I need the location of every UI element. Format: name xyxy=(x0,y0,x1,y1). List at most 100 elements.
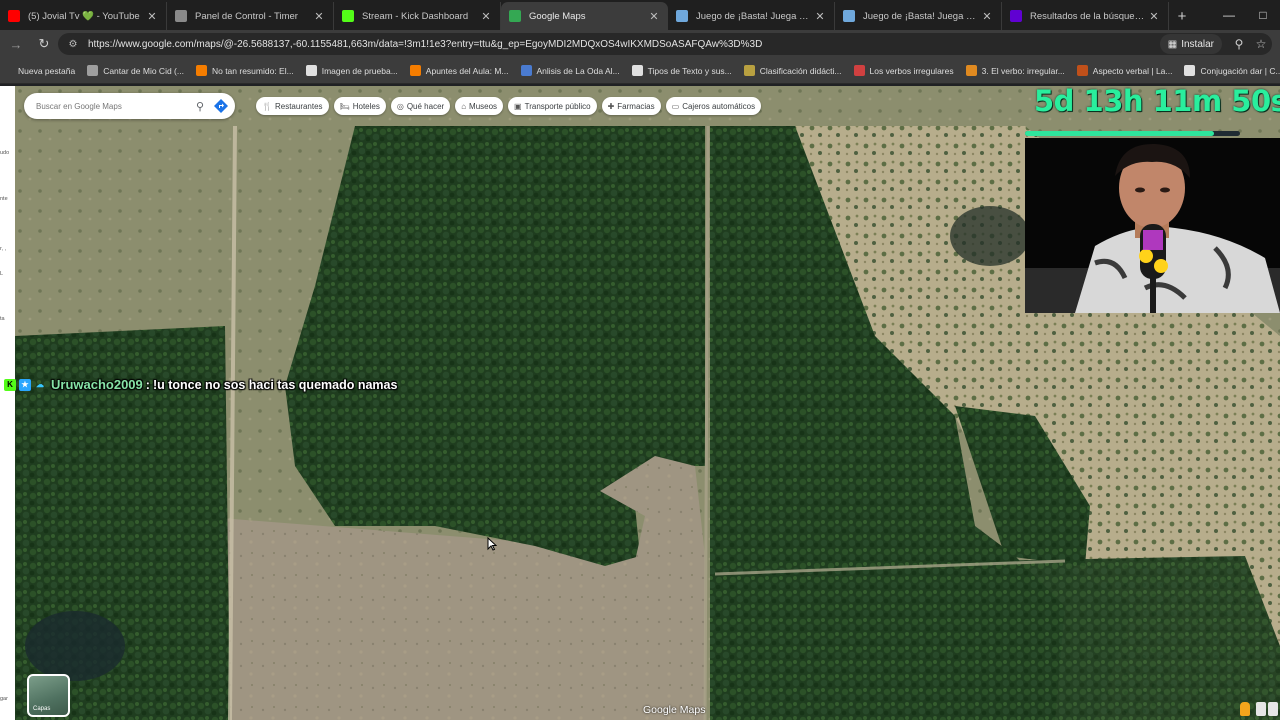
bookmark-label: Conjugación dar | C... xyxy=(1200,65,1280,76)
timer-progress-fill xyxy=(1025,131,1215,136)
category-chip[interactable]: ▭ Cajeros automáticos xyxy=(665,97,762,115)
bookmark-item[interactable]: Los verbos irregulares xyxy=(853,65,954,76)
bookmark-item[interactable]: Cantar de Mio Cid (... xyxy=(87,65,184,76)
t-icon xyxy=(631,65,643,76)
chip-label: Hoteles xyxy=(352,101,380,111)
bookmark-label: 3. El verbo: irregular... xyxy=(981,65,1065,76)
streamer-webcam-image xyxy=(1025,138,1280,313)
directions-icon[interactable] xyxy=(213,98,229,114)
bus-icon: ▣ xyxy=(514,101,522,111)
category-chip[interactable]: ▣ Transporte público xyxy=(508,97,597,115)
bookmark-item[interactable]: Nueva pestaña xyxy=(18,66,75,76)
install-icon: ▦ xyxy=(1167,38,1178,50)
fork-knife-icon: 🍴 xyxy=(262,101,272,111)
forward-icon[interactable]: → xyxy=(4,32,28,56)
bookmark-item[interactable]: Apuntes del Aula: M... xyxy=(409,65,509,76)
bookmark-item[interactable]: Anlisis de La Oda Al... xyxy=(520,65,620,76)
close-tab-icon[interactable]: ✕ xyxy=(146,10,158,23)
layers-button[interactable]: Capas xyxy=(27,674,70,717)
maximize-icon[interactable]: □ xyxy=(1246,0,1280,30)
tab-title: Google Maps xyxy=(529,10,586,22)
chip-label: Cajeros automáticos xyxy=(682,101,756,111)
chip-label: Museos xyxy=(469,101,498,111)
close-tab-icon[interactable]: ✕ xyxy=(648,10,660,23)
browser-toolbar: → ↻ ⚙ https://www.google.com/maps/@-26.5… xyxy=(0,30,1280,58)
site-info-icon[interactable]: ⚙ xyxy=(66,37,80,51)
bookmark-item[interactable]: Aspecto verbal | La... xyxy=(1076,65,1173,76)
browser-tab[interactable]: Juego de ¡Basta! Juega Stop, Tu✕ xyxy=(668,2,835,30)
dash-icon xyxy=(853,65,865,76)
chip-label: Transporte público xyxy=(524,101,591,111)
close-tab-icon[interactable]: ✕ xyxy=(313,10,325,23)
bookmark-label: No tan resumido: El... xyxy=(211,65,294,76)
bookmark-label: Nueva pestaña xyxy=(18,65,76,76)
maps-search-box[interactable]: ⚲ xyxy=(24,93,235,119)
map-control-icon[interactable] xyxy=(1268,702,1278,716)
subathon-timer: 5d 13h 11m 50s xyxy=(1034,84,1280,118)
bookmark-label: Clasificación didácti... xyxy=(759,65,842,76)
close-tab-icon[interactable]: ✕ xyxy=(814,10,826,23)
camera-icon: ◎ xyxy=(396,101,404,111)
category-chip[interactable]: 🍴 Restaurantes xyxy=(256,97,329,115)
category-chips: 🍴 Restaurantes 🛏 Hoteles ◎ Qué hacer ⌂ Museos ▣ T… xyxy=(256,97,762,115)
timer-icon xyxy=(175,10,187,22)
stream-chat-message: K ★ ☁ Uruwacho2009 : !u tonce no sos hac… xyxy=(4,377,397,392)
bookmark-item[interactable]: 3. El verbo: irregular... xyxy=(965,65,1065,76)
search-icon[interactable]: ⚲ xyxy=(187,100,213,113)
category-chip[interactable]: ⌂ Museos xyxy=(455,97,504,115)
tab-title: Juego de ¡Basta! Juega Stop, Tu xyxy=(863,10,981,22)
new-tab-button[interactable]: + xyxy=(1169,2,1195,30)
minimize-icon[interactable]: — xyxy=(1212,0,1246,30)
install-app-button[interactable]: ▦ Instalar xyxy=(1159,34,1222,54)
pegman-icon[interactable] xyxy=(1240,702,1250,716)
zoom-icon[interactable]: ⚲ xyxy=(1228,37,1250,51)
chat-separator: : xyxy=(145,377,150,392)
url-text[interactable]: https://www.google.com/maps/@-26.5688137… xyxy=(88,39,1160,50)
map-control-icon[interactable] xyxy=(1256,702,1266,716)
bookmark-label: Aspecto verbal | La... xyxy=(1092,65,1173,76)
chip-label: Farmacias xyxy=(617,101,655,111)
browser-tab[interactable]: Panel de Control - Timer ✕ xyxy=(167,2,334,30)
blogger-icon xyxy=(195,65,207,76)
bookmark-item[interactable]: No tan resumido: El... xyxy=(195,65,294,76)
bookmark-label: Anlisis de La Oda Al... xyxy=(536,65,620,76)
tab-title: Juego de ¡Basta! Juega Stop, Tu xyxy=(696,10,814,22)
bookmark-label: Tipos de Texto y sus... xyxy=(647,65,732,76)
browser-tab[interactable]: Stream - Kick Dashboard ✕ xyxy=(334,2,501,30)
address-bar[interactable]: ⚙ https://www.google.com/maps/@-26.56881… xyxy=(58,33,1272,55)
bookmark-item[interactable]: Conjugación dar | C... xyxy=(1184,65,1280,76)
chip-label: Qué hacer xyxy=(406,101,445,111)
tab-title: Panel de Control - Timer xyxy=(195,10,298,22)
chat-message-text: !u tonce no sos haci tas quemado namas xyxy=(152,377,398,392)
bookmark-item[interactable]: Imagen de prueba... xyxy=(305,65,398,76)
bookmark-item[interactable]: Tipos de Texto y sus... xyxy=(631,65,732,76)
mouse-cursor-icon xyxy=(487,537,497,551)
museum-icon: ⌂ xyxy=(461,101,467,111)
emote-icon: ☁ xyxy=(36,380,44,389)
tab-title: (5) Jovial Tv 💚 - YouTube xyxy=(28,10,140,22)
category-chip[interactable]: ✚ Farmacias xyxy=(601,97,661,115)
browser-tab[interactable]: (5) Jovial Tv 💚 - YouTube ✕ xyxy=(0,2,167,30)
browser-tab[interactable]: Juego de ¡Basta! Juega Stop, Tu✕ xyxy=(835,2,1002,30)
browser-tab[interactable]: Resultados de la búsqueda de ✕ xyxy=(1002,2,1169,30)
close-tab-icon[interactable]: ✕ xyxy=(981,10,993,23)
wiki-icon xyxy=(87,65,99,76)
blogger-icon xyxy=(409,65,421,76)
close-tab-icon[interactable]: ✕ xyxy=(1148,10,1160,23)
bookmark-label: Apuntes del Aula: M... xyxy=(425,65,509,76)
webcam-overlay xyxy=(1025,138,1280,313)
bookmark-star-icon[interactable]: ☆ xyxy=(1250,37,1272,51)
maps-search-input[interactable] xyxy=(36,101,187,111)
category-chip[interactable]: 🛏 Hoteles xyxy=(333,97,386,115)
close-tab-icon[interactable]: ✕ xyxy=(480,10,492,23)
bookmark-item[interactable]: Clasificación didácti... xyxy=(743,65,842,76)
category-chip[interactable]: ◎ Qué hacer xyxy=(390,97,451,115)
youtube-icon xyxy=(8,10,20,22)
bed-icon: 🛏 xyxy=(339,101,350,111)
yahoo-icon xyxy=(1010,10,1022,22)
browser-tab[interactable]: Google Maps ✕ xyxy=(501,2,668,30)
reload-icon[interactable]: ↻ xyxy=(32,32,56,56)
kick-badge-icon: K xyxy=(4,378,16,391)
chat-username: Uruwacho2009 xyxy=(51,377,143,392)
pharmacy-icon: ✚ xyxy=(607,101,615,111)
